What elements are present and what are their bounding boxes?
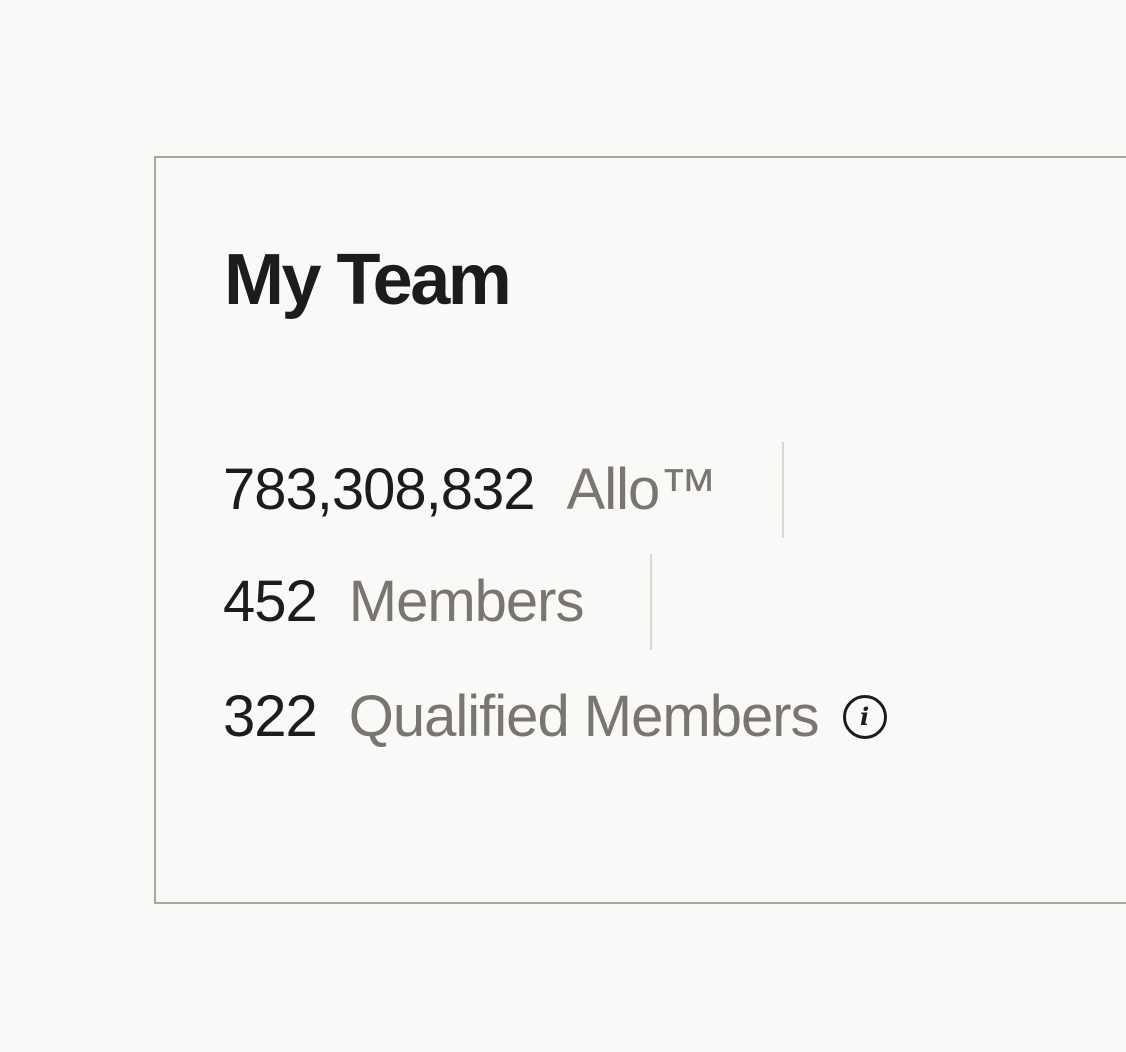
stat-divider <box>782 442 785 538</box>
stat-row-members: 452 Members <box>223 554 652 650</box>
qualified-members-value: 322 <box>223 684 318 749</box>
stat-divider <box>649 554 652 650</box>
allo-label: Allo™ <box>566 457 718 522</box>
qualified-members-label: Qualified Members <box>348 684 820 749</box>
info-icon[interactable]: i <box>842 695 887 739</box>
card-title: My Team <box>224 240 512 320</box>
members-value: 452 <box>223 569 318 634</box>
allo-value: 783,308,832 <box>223 457 536 522</box>
stat-row-qualified-members: 322 Qualified Members i <box>223 688 887 746</box>
team-card: My Team 783,308,832 Allo™ 452 Members 32… <box>154 156 1126 904</box>
members-label: Members <box>348 569 585 634</box>
stat-row-allo: 783,308,832 Allo™ <box>223 442 785 538</box>
